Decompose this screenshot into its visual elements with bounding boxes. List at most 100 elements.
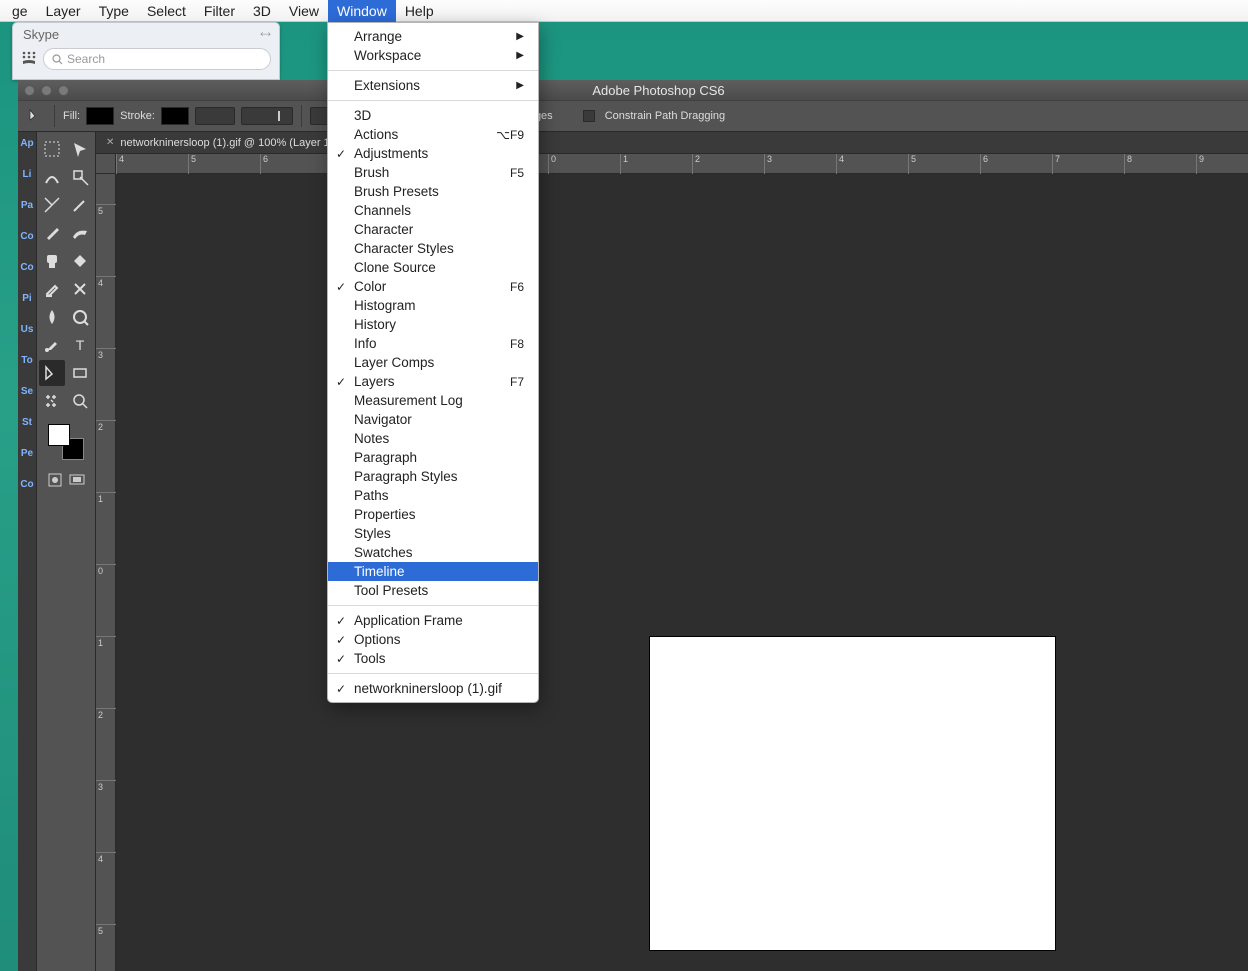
color-swatches[interactable] [48,424,84,460]
menu-item-clone-source[interactable]: Clone Source [328,258,538,277]
menu-type[interactable]: Type [90,0,138,22]
tool-zoom[interactable] [67,388,93,414]
tool-path-select[interactable] [39,360,65,386]
quickmask-icon[interactable] [47,472,63,491]
panel-tab[interactable]: Co [20,479,33,490]
menu-item-measurement-log[interactable]: Measurement Log [328,391,538,410]
panel-tab[interactable]: Li [23,169,32,180]
menu-item-application-frame[interactable]: ✓Application Frame [328,611,538,630]
tool-preset-icon[interactable] [24,105,46,127]
expand-icon[interactable]: ⤢ [258,28,271,41]
panel-tab[interactable]: Us [21,324,34,335]
stroke-width-field[interactable] [195,107,235,125]
tool-pen[interactable] [39,332,65,358]
traffic-zoom[interactable] [58,85,69,96]
tool-healing[interactable] [39,220,65,246]
tool-marquee[interactable] [39,136,65,162]
menu-item-adjustments[interactable]: ✓Adjustments [328,144,538,163]
menu-item-styles[interactable]: Styles [328,524,538,543]
menu-select[interactable]: Select [138,0,195,22]
menu-item-tool-presets[interactable]: Tool Presets [328,581,538,600]
tool-history-brush[interactable] [67,248,93,274]
tool-lasso[interactable] [39,164,65,190]
tool-type[interactable]: T [67,332,93,358]
menu-item-tools[interactable]: ✓Tools [328,649,538,668]
menu-item-color[interactable]: ✓ColorF6 [328,277,538,296]
menu-item-histogram[interactable]: Histogram [328,296,538,315]
menu-item-actions[interactable]: Actions⌥F9 [328,125,538,144]
menu-layer[interactable]: Layer [37,0,90,22]
menu-ge[interactable]: ge [3,0,37,22]
tool-magic-wand[interactable] [67,164,93,190]
menu-item-history[interactable]: History [328,315,538,334]
menu-window[interactable]: Window [328,0,396,22]
menu-item-timeline[interactable]: Timeline [328,562,538,581]
canvas[interactable] [116,174,1248,971]
menu-item-channels[interactable]: Channels [328,201,538,220]
menu-item-extensions[interactable]: Extensions▶ [328,76,538,95]
tool-hand[interactable] [39,388,65,414]
menu-3d[interactable]: 3D [244,0,280,22]
menu-item-options[interactable]: ✓Options [328,630,538,649]
menu-item-arrange[interactable]: Arrange▶ [328,27,538,46]
tool-move[interactable] [67,136,93,162]
tool-eyedropper[interactable] [67,192,93,218]
tool-blur[interactable] [39,304,65,330]
ruler-origin[interactable] [96,154,116,174]
panel-tab[interactable]: Pi [22,293,31,304]
menu-item-navigator[interactable]: Navigator [328,410,538,429]
panel-tab[interactable]: Co [20,262,33,273]
fill-swatch[interactable] [86,107,114,125]
menu-item-brush-presets[interactable]: Brush Presets [328,182,538,201]
menu-item-paragraph-styles[interactable]: Paragraph Styles [328,467,538,486]
panel-tab[interactable]: Ap [20,138,33,149]
panel-tab[interactable]: Se [21,386,33,397]
menu-item-info[interactable]: InfoF8 [328,334,538,353]
menu-item-paths[interactable]: Paths [328,486,538,505]
menu-item-swatches[interactable]: Swatches [328,543,538,562]
menu-item-properties[interactable]: Properties [328,505,538,524]
ruler-horizontal[interactable]: 4567890123456789101112 [116,154,1248,174]
tool-eraser[interactable] [39,276,65,302]
menu-item-layer-comps[interactable]: Layer Comps [328,353,538,372]
fg-swatch[interactable] [48,424,70,446]
menu-item-3d[interactable]: 3D [328,106,538,125]
menu-item-networkninersloop-1-gif[interactable]: ✓networkninersloop (1).gif [328,679,538,698]
constrain-checkbox[interactable] [583,110,595,122]
panel-tab[interactable]: To [21,355,32,366]
traffic-close[interactable] [24,85,35,96]
stroke-style-field[interactable] [241,107,293,125]
panel-tab[interactable]: St [22,417,32,428]
tool-rectangle[interactable] [67,360,93,386]
search-icon [52,54,63,65]
close-tab-icon[interactable]: ✕ [106,137,114,148]
stroke-swatch[interactable] [161,107,189,125]
menu-item-notes[interactable]: Notes [328,429,538,448]
panel-tab[interactable]: Co [20,231,33,242]
tool-brush[interactable] [67,220,93,246]
tool-crop[interactable] [39,192,65,218]
ruler-vertical[interactable]: 54321012345 [96,174,116,971]
menu-item-character-styles[interactable]: Character Styles [328,239,538,258]
skype-search-input[interactable]: Search [43,48,271,70]
menu-view[interactable]: View [280,0,328,22]
panel-tab[interactable]: Pe [21,448,33,459]
menu-item-paragraph[interactable]: Paragraph [328,448,538,467]
skype-window: Skype ⤢ Search [12,22,280,80]
panel-tab[interactable]: Pa [21,200,33,211]
menu-item-workspace[interactable]: Workspace▶ [328,46,538,65]
dialpad-icon[interactable] [21,51,37,68]
traffic-min[interactable] [41,85,52,96]
tool-stamp[interactable] [39,248,65,274]
search-placeholder: Search [67,52,105,66]
menu-item-character[interactable]: Character [328,220,538,239]
menu-item-brush[interactable]: BrushF5 [328,163,538,182]
artboard[interactable] [650,637,1055,950]
menu-filter[interactable]: Filter [195,0,244,22]
menu-help[interactable]: Help [396,0,443,22]
screenmode-icon[interactable] [69,472,85,491]
document-tab[interactable]: ✕ networkninersloop (1).gif @ 100% (Laye… [96,132,1248,154]
tool-dodge[interactable] [67,304,93,330]
menu-item-layers[interactable]: ✓LayersF7 [328,372,538,391]
tool-gradient[interactable] [67,276,93,302]
